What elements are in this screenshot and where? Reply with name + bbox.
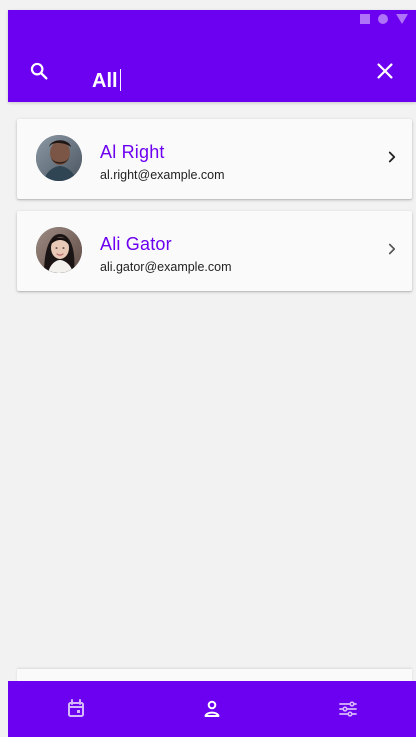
contact-name: Al Right <box>100 142 165 162</box>
contacts-list: Al Right al.right@example.com Ali Gator … <box>17 119 412 303</box>
bottom-navigation <box>8 681 416 737</box>
text-caret <box>119 69 122 91</box>
person-icon <box>204 700 220 717</box>
contact-card-ali-gator[interactable]: Ali Gator ali.gator@example.com <box>17 211 412 291</box>
search-icon[interactable] <box>26 58 52 84</box>
chevron-right-icon <box>383 148 401 166</box>
triangle-icon <box>396 14 408 24</box>
calendar-icon <box>68 699 84 717</box>
nav-settings[interactable] <box>280 681 416 737</box>
search-top-bar: All <box>8 10 416 102</box>
tune-icon <box>339 701 357 717</box>
contact-email: ali.gator@example.com <box>100 260 232 274</box>
contact-card-al-right[interactable]: Al Right al.right@example.com <box>17 119 412 199</box>
nav-people[interactable] <box>144 681 280 737</box>
avatar <box>36 135 82 181</box>
nav-calendar[interactable] <box>8 681 144 737</box>
contact-name: Ali Gator <box>100 234 172 254</box>
contacts-search-screen: All Al Right al.right@example.com Ali Ga… <box>0 0 416 737</box>
search-input[interactable]: All <box>92 67 122 95</box>
avatar <box>36 227 82 273</box>
circle-icon <box>378 14 388 24</box>
search-input-value: All <box>92 70 118 92</box>
square-icon <box>360 14 370 24</box>
contact-email: al.right@example.com <box>100 168 225 182</box>
chevron-right-icon <box>383 240 401 258</box>
close-icon[interactable] <box>372 58 398 84</box>
status-bar-icons <box>360 14 408 24</box>
